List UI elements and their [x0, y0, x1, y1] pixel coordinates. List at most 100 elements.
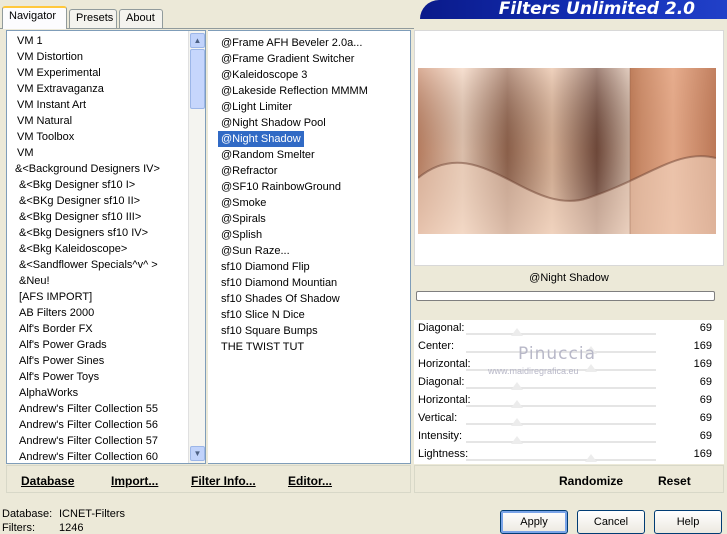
filter-item[interactable]: sf10 Square Bumps	[218, 323, 321, 339]
tab-about[interactable]: About	[119, 9, 163, 28]
scroll-up-button[interactable]: ▲	[190, 33, 205, 48]
filter-item[interactable]: @Refractor	[218, 163, 280, 179]
param-row[interactable]: Diagonal: 69	[414, 320, 724, 338]
filter-item[interactable]: sf10 Diamond Mountian	[218, 275, 340, 291]
import-button[interactable]: Import...	[111, 474, 158, 488]
category-item[interactable]: &<Sandflower Specials^v^ >	[9, 257, 189, 273]
filter-item[interactable]: sf10 Diamond Flip	[218, 259, 313, 275]
category-item[interactable]: Andrew's Filter Collection 60	[9, 449, 189, 461]
filter-item[interactable]: @Night Shadow Pool	[218, 115, 329, 131]
category-item[interactable]: [AFS IMPORT]	[9, 289, 189, 305]
param-slider-thumb[interactable]	[511, 382, 524, 390]
filter-item[interactable]: @Random Smelter	[218, 147, 318, 163]
param-slider-track[interactable]	[466, 387, 656, 389]
param-slider-thumb[interactable]	[511, 418, 524, 426]
param-slider-thumb[interactable]	[511, 328, 524, 336]
filter-item[interactable]: @Night Shadow	[218, 131, 304, 147]
category-scrollbar[interactable]: ▲ ▼	[188, 31, 205, 463]
category-item[interactable]: VM Distortion	[9, 49, 189, 65]
randomize-button[interactable]: Randomize	[559, 474, 623, 488]
category-item[interactable]: VM Experimental	[9, 65, 189, 81]
filter-item[interactable]: @Splish	[218, 227, 265, 243]
category-item[interactable]: &<Bkg Kaleidoscope>	[9, 241, 189, 257]
filter-item[interactable]: @Light Limiter	[218, 99, 295, 115]
category-item[interactable]: &<BKg Designer sf10 II>	[9, 193, 189, 209]
param-row[interactable]: Horizontal: 69	[414, 392, 724, 410]
category-item[interactable]: VM Extravaganza	[9, 81, 189, 97]
category-item[interactable]: Andrew's Filter Collection 57	[9, 433, 189, 449]
filter-item[interactable]: @Spirals	[218, 211, 269, 227]
filter-item[interactable]: THE TWIST TUT	[218, 339, 307, 355]
category-item[interactable]: VM 1	[9, 33, 189, 49]
param-slider-track[interactable]	[466, 351, 656, 353]
param-slider-track[interactable]	[466, 405, 656, 407]
category-item[interactable]: Alf's Power Grads	[9, 337, 189, 353]
cancel-button[interactable]: Cancel	[577, 510, 645, 534]
category-item[interactable]: Andrew's Filter Collection 56	[9, 417, 189, 433]
param-slider-thumb[interactable]	[511, 436, 524, 444]
parameter-panel: Diagonal: 69 Center: 169 Horizontal: 169 Diago…	[414, 320, 724, 464]
category-item[interactable]: &Neu!	[9, 273, 189, 289]
param-label: Lightness:	[418, 448, 469, 460]
scroll-thumb[interactable]	[190, 49, 205, 109]
category-item[interactable]: Alf's Power Toys	[9, 369, 189, 385]
filter-list[interactable]: @Frame AFH Beveler 2.0a... @Frame Gradien…	[208, 30, 411, 464]
category-item[interactable]: &<Bkg Designer sf10 III>	[9, 209, 189, 225]
param-slider-thumb[interactable]	[585, 346, 598, 354]
category-item[interactable]: AlphaWorks	[9, 385, 189, 401]
category-item[interactable]: Andrew's Filter Collection 55	[9, 401, 189, 417]
tab-navigator[interactable]: Navigator	[2, 6, 67, 29]
category-item[interactable]: VM	[9, 145, 189, 161]
param-row[interactable]: Lightness: 169	[414, 446, 724, 464]
param-label: Horizontal:	[418, 394, 471, 406]
category-list-items: VM 1 VM Distortion VM Experimental VM Extra…	[9, 33, 189, 461]
category-list[interactable]: VM 1 VM Distortion VM Experimental VM Extra…	[6, 30, 206, 464]
filter-item[interactable]: @Frame Gradient Switcher	[218, 51, 357, 67]
filter-item[interactable]: @Lakeside Reflection MMMM	[218, 83, 371, 99]
filter-item[interactable]: sf10 Slice N Dice	[218, 307, 308, 323]
scroll-down-button[interactable]: ▼	[190, 446, 205, 461]
filter-info-button[interactable]: Filter Info...	[191, 474, 256, 488]
preview-filter-name: @Night Shadow	[414, 268, 724, 288]
bottom-toolbar-left: Database Import... Filter Info... Editor…	[6, 465, 411, 493]
category-item[interactable]: VM Toolbox	[9, 129, 189, 145]
param-value: 169	[693, 448, 712, 460]
category-item[interactable]: &<Background Designers IV>	[9, 161, 189, 177]
param-row[interactable]: Center: 169	[414, 338, 724, 356]
param-row[interactable]: Horizontal: 169	[414, 356, 724, 374]
category-item[interactable]: &<Bkg Designers sf10 IV>	[9, 225, 189, 241]
database-button[interactable]: Database	[21, 474, 74, 488]
param-slider-track[interactable]	[466, 423, 656, 425]
category-item[interactable]: AB Filters 2000	[9, 305, 189, 321]
param-slider-thumb[interactable]	[585, 454, 598, 462]
bottom-toolbar-right: Randomize Reset	[414, 465, 724, 493]
param-value: 69	[699, 376, 712, 388]
filter-item[interactable]: @Sun Raze...	[218, 243, 293, 259]
param-slider-track[interactable]	[466, 333, 656, 335]
category-item[interactable]: &<Bkg Designer sf10 I>	[9, 177, 189, 193]
editor-button[interactable]: Editor...	[288, 474, 332, 488]
help-button[interactable]: Help	[654, 510, 722, 534]
preview-area	[414, 30, 724, 266]
filter-item[interactable]: @Frame AFH Beveler 2.0a...	[218, 35, 365, 51]
filter-item[interactable]: sf10 Shades Of Shadow	[218, 291, 343, 307]
param-row[interactable]: Vertical: 69	[414, 410, 724, 428]
param-slider-thumb[interactable]	[585, 364, 598, 372]
param-slider-thumb[interactable]	[511, 400, 524, 408]
category-item[interactable]: Alf's Power Sines	[9, 353, 189, 369]
filter-item[interactable]: @SF10 RainbowGround	[218, 179, 344, 195]
param-row[interactable]: Diagonal: 69	[414, 374, 724, 392]
category-item[interactable]: VM Natural	[9, 113, 189, 129]
tab-presets[interactable]: Presets	[69, 9, 117, 28]
filter-item[interactable]: @Kaleidoscope 3	[218, 67, 310, 83]
apply-button[interactable]: Apply	[500, 510, 568, 534]
category-item[interactable]: Alf's Border FX	[9, 321, 189, 337]
reset-button[interactable]: Reset	[658, 474, 691, 488]
param-slider-track[interactable]	[466, 459, 656, 461]
filter-item[interactable]: @Smoke	[218, 195, 269, 211]
param-slider-track[interactable]	[466, 369, 656, 371]
param-row[interactable]: Intensity: 69	[414, 428, 724, 446]
category-item[interactable]: VM Instant Art	[9, 97, 189, 113]
tab-bar: Navigator Presets About	[0, 0, 420, 29]
param-slider-track[interactable]	[466, 441, 656, 443]
